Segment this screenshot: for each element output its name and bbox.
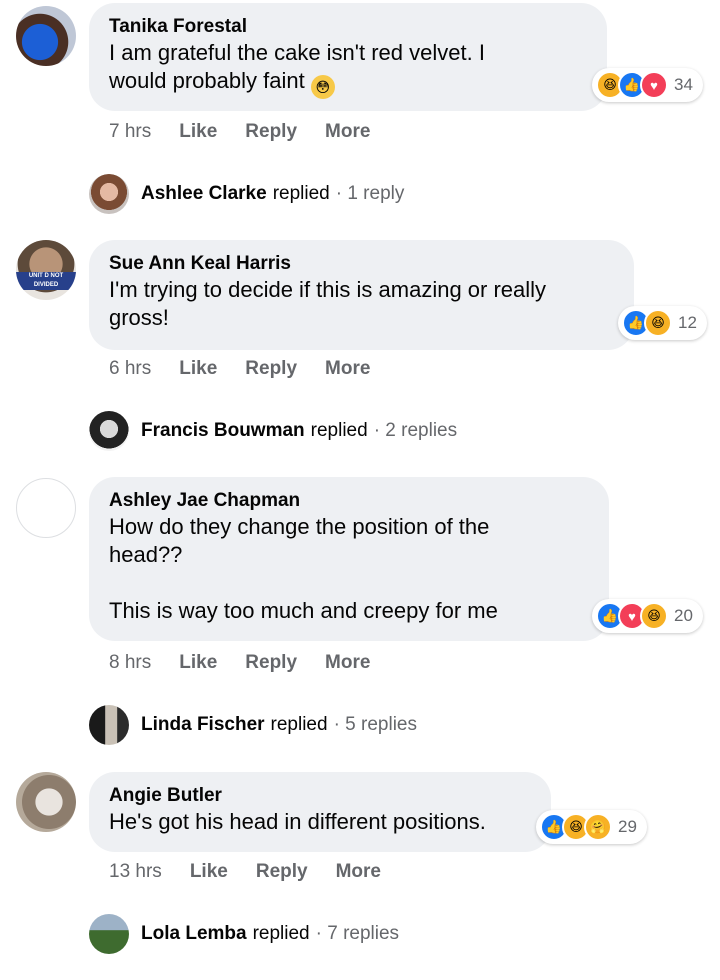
comment-time[interactable]: 8 hrs <box>109 652 151 674</box>
comment-actions: 13 hrs Like Reply More <box>109 861 409 883</box>
flushed-face-icon: 😳 <box>310 75 335 99</box>
reply-count[interactable]: · 5 replies <box>334 714 417 736</box>
reaction-count: 12 <box>678 313 697 332</box>
replier-avatar <box>89 411 129 451</box>
comment-text: I'm trying to decide if this is amazing … <box>109 277 547 330</box>
reply-count[interactable]: · 2 replies <box>374 420 457 442</box>
replied-label: replied <box>272 183 330 204</box>
laughing-face-icon: 😆 <box>640 602 668 630</box>
heart-icon: ♥ <box>640 71 668 99</box>
reply-count[interactable]: · 7 replies <box>316 923 399 945</box>
reply-button[interactable]: Reply <box>245 652 297 674</box>
reply-button[interactable]: Reply <box>245 358 297 380</box>
replies-link[interactable]: Francis Bouwman replied · 2 replies <box>89 411 457 451</box>
comment-time[interactable]: 6 hrs <box>109 358 151 380</box>
comment-bubble: Tanika Forestal I am grateful the cake i… <box>89 3 607 111</box>
comment-text: I am grateful the cake isn't red velvet.… <box>109 39 587 99</box>
comment-actions: 8 hrs Like Reply More <box>109 652 398 674</box>
reaction-summary[interactable]: 👍 😆 12 <box>618 306 707 340</box>
comment-author[interactable]: Angie Butler <box>109 784 531 808</box>
replied-label: replied <box>252 923 310 944</box>
reply-count[interactable]: · 1 reply <box>336 183 405 205</box>
more-button[interactable]: More <box>336 861 381 883</box>
comment-text: How do they change the position of the h… <box>109 514 498 623</box>
reaction-count: 29 <box>618 817 637 836</box>
replier-name[interactable]: Francis Bouwman <box>141 420 305 442</box>
avatar[interactable]: UNIT D NOT DIVIDED <box>16 240 76 300</box>
reaction-count: 34 <box>674 75 693 94</box>
comment-actions: 7 hrs Like Reply More <box>109 121 398 143</box>
replier-name[interactable]: Linda Fischer <box>141 714 265 736</box>
more-button[interactable]: More <box>325 358 370 380</box>
like-button[interactable]: Like <box>179 358 217 380</box>
comment-author[interactable]: Tanika Forestal <box>109 15 587 39</box>
replier-avatar <box>89 705 129 745</box>
like-button[interactable]: Like <box>179 121 217 143</box>
comment-actions: 6 hrs Like Reply More <box>109 358 398 380</box>
comment-bubble: Ashley Jae Chapman How do they change th… <box>89 477 609 641</box>
replier-avatar <box>89 914 129 954</box>
more-button[interactable]: More <box>325 652 370 674</box>
replies-link[interactable]: Lola Lemba replied · 7 replies <box>89 914 399 954</box>
replied-label: replied <box>270 714 328 735</box>
care-face-icon: 🤗 <box>584 813 612 841</box>
replied-label: replied <box>310 420 368 441</box>
avatar[interactable] <box>16 478 76 538</box>
avatar-frame-text: UNIT D NOT DIVIDED <box>16 272 76 290</box>
reply-button[interactable]: Reply <box>245 121 297 143</box>
reaction-count: 20 <box>674 606 693 625</box>
reaction-summary[interactable]: 👍 😆 🤗 29 <box>536 810 647 844</box>
reaction-summary[interactable]: 👍 ♥ 😆 20 <box>592 599 703 633</box>
replier-avatar <box>89 174 129 214</box>
reaction-summary[interactable]: 😆 👍 ♥ 34 <box>592 68 703 102</box>
comment-author[interactable]: Sue Ann Keal Harris <box>109 252 614 276</box>
more-button[interactable]: More <box>325 121 370 143</box>
like-button[interactable]: Like <box>190 861 228 883</box>
reply-button[interactable]: Reply <box>256 861 308 883</box>
comment-author[interactable]: Ashley Jae Chapman <box>109 489 589 513</box>
replies-link[interactable]: Linda Fischer replied · 5 replies <box>89 705 417 745</box>
laughing-face-icon: 😆 <box>644 309 672 337</box>
replier-name[interactable]: Lola Lemba <box>141 923 247 945</box>
comment-bubble: Angie Butler He's got his head in differ… <box>89 772 551 852</box>
avatar[interactable] <box>16 6 76 66</box>
comment-time[interactable]: 13 hrs <box>109 861 162 883</box>
comment-time[interactable]: 7 hrs <box>109 121 151 143</box>
comment-text: He's got his head in different positions… <box>109 809 486 834</box>
replies-link[interactable]: Ashlee Clarke replied · 1 reply <box>89 174 404 214</box>
replier-name[interactable]: Ashlee Clarke <box>141 183 267 205</box>
comment-bubble: Sue Ann Keal Harris I'm trying to decide… <box>89 240 634 350</box>
avatar[interactable] <box>16 772 76 832</box>
like-button[interactable]: Like <box>179 652 217 674</box>
